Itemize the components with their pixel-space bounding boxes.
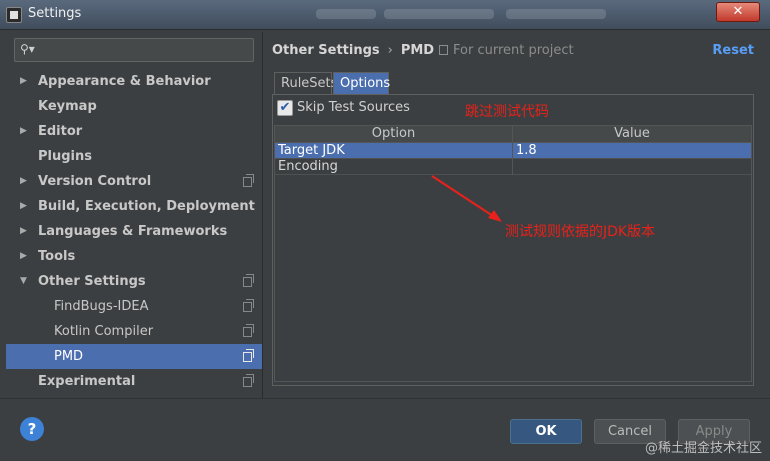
reset-link[interactable]: Reset <box>712 43 754 58</box>
breadcrumb: Other Settings › PMD <box>272 43 434 58</box>
sidebar-item-other-settings[interactable]: ▼ Other Settings <box>6 269 262 294</box>
blurred-background <box>384 9 494 19</box>
sidebar-item-label: Other Settings <box>38 274 146 289</box>
table-cell-option[interactable]: Encoding <box>275 159 513 175</box>
settings-sidebar: ⚲▾ ▶ Appearance & Behavior Keymap ▶ Edit… <box>6 32 262 398</box>
window-title: Settings <box>28 6 82 21</box>
expand-arrow-icon[interactable]: ▶ <box>20 219 27 244</box>
sidebar-item-label: Languages & Frameworks <box>38 224 228 239</box>
table-header: Option Value <box>275 126 751 143</box>
title-bar: Settings ✕ <box>0 0 770 30</box>
sidebar-item-pmd[interactable]: PMD <box>6 344 262 369</box>
sidebar-item-label: Plugins <box>38 149 92 164</box>
project-scope-icon <box>243 324 254 337</box>
sidebar-item-build-execution-deployment[interactable]: ▶ Build, Execution, Deployment <box>6 194 262 219</box>
breadcrumb-current: PMD <box>400 43 435 58</box>
sidebar-item-kotlin-compiler[interactable]: Kotlin Compiler <box>6 319 262 344</box>
table-row[interactable]: Target JDK 1.8 <box>275 143 751 159</box>
project-scope-note: For current project <box>439 43 574 58</box>
blurred-background <box>316 9 376 19</box>
sidebar-item-label: Keymap <box>38 99 97 114</box>
tab-rulesets[interactable]: RuleSets <box>274 72 337 94</box>
sidebar-item-label: Appearance & Behavior <box>38 74 211 89</box>
close-button[interactable]: ✕ <box>716 2 760 22</box>
sidebar-item-appearance-behavior[interactable]: ▶ Appearance & Behavior <box>6 69 262 94</box>
help-button[interactable]: ? <box>20 417 44 441</box>
sidebar-item-editor[interactable]: ▶ Editor <box>6 119 262 144</box>
search-box[interactable]: ⚲▾ <box>14 38 254 62</box>
skip-test-sources-label[interactable]: Skip Test Sources <box>297 100 410 115</box>
expand-arrow-icon[interactable]: ▶ <box>20 194 27 219</box>
tab-options[interactable]: Options <box>333 72 390 94</box>
search-icon: ⚲▾ <box>20 42 35 56</box>
column-header-value[interactable]: Value <box>513 126 751 143</box>
project-scope-icon <box>243 349 254 362</box>
annotation-target-jdk: 测试规则依据的JDK版本 <box>505 224 656 240</box>
project-scope-icon <box>243 174 254 187</box>
expand-arrow-icon[interactable]: ▶ <box>20 244 27 269</box>
project-scope-icon <box>243 274 254 287</box>
sidebar-item-version-control[interactable]: ▶ Version Control <box>6 169 262 194</box>
sidebar-item-findbugs-idea[interactable]: FindBugs-IDEA <box>6 294 262 319</box>
table-row[interactable]: Encoding <box>275 159 751 175</box>
settings-header: Other Settings › PMD For current project R… <box>263 32 770 68</box>
sidebar-item-label: Tools <box>38 249 76 264</box>
skip-test-sources-checkbox[interactable]: ✔ <box>277 100 293 116</box>
collapse-arrow-icon[interactable]: ▼ <box>20 269 27 294</box>
breadcrumb-parent: Other Settings <box>272 43 380 58</box>
expand-arrow-icon[interactable]: ▶ <box>20 169 27 194</box>
sidebar-item-tools[interactable]: ▶ Tools <box>6 244 262 269</box>
annotation-skip-tests: 跳过测试代码 <box>465 104 549 120</box>
annotation-arrow-icon <box>431 175 502 222</box>
blurred-background <box>506 9 606 19</box>
watermark: @稀土掘金技术社区 <box>644 441 762 456</box>
project-scope-icon <box>243 299 254 312</box>
dialog-button-bar: ? OK Cancel Apply @稀土掘金技术社区 <box>0 398 770 461</box>
options-panel: ✔ Skip Test Sources 跳过测试代码 Option Value … <box>272 94 754 386</box>
sidebar-item-keymap[interactable]: Keymap <box>6 94 262 119</box>
options-table: Option Value Target JDK 1.8 Encoding 测试规… <box>274 125 752 382</box>
sidebar-item-label: PMD <box>54 349 84 364</box>
splitter[interactable] <box>262 32 263 398</box>
sidebar-item-label: FindBugs-IDEA <box>54 299 149 314</box>
search-input[interactable] <box>39 41 249 59</box>
sidebar-item-languages-frameworks[interactable]: ▶ Languages & Frameworks <box>6 219 262 244</box>
project-scope-icon <box>243 374 254 387</box>
sidebar-item-label: Kotlin Compiler <box>54 324 154 339</box>
table-cell-value[interactable]: 1.8 <box>513 143 751 159</box>
project-scope-label: For current project <box>453 43 574 58</box>
ok-button[interactable]: OK <box>510 419 582 444</box>
sidebar-item-label: Build, Execution, Deployment <box>38 199 255 214</box>
table-cell-value[interactable] <box>513 159 751 175</box>
sidebar-item-plugins[interactable]: Plugins <box>6 144 262 169</box>
expand-arrow-icon[interactable]: ▶ <box>20 119 27 144</box>
sidebar-item-label: Experimental <box>38 374 136 389</box>
breadcrumb-separator: › <box>387 43 393 58</box>
sidebar-item-experimental[interactable]: Experimental <box>6 369 262 394</box>
project-scope-icon <box>439 45 448 55</box>
table-cell-option[interactable]: Target JDK <box>275 143 513 159</box>
sidebar-item-label: Editor <box>38 124 83 139</box>
sidebar-item-label: Version Control <box>38 174 152 189</box>
column-header-option[interactable]: Option <box>275 126 513 143</box>
app-icon <box>6 7 22 23</box>
expand-arrow-icon[interactable]: ▶ <box>20 69 27 94</box>
